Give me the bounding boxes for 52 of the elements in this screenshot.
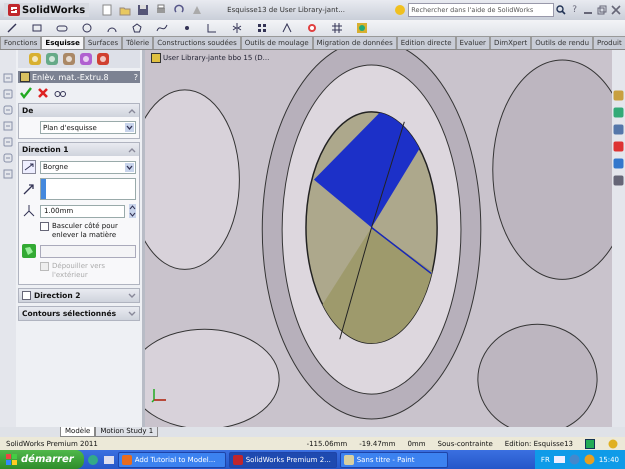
logo-icon [8,4,20,16]
restore-icon[interactable] [597,5,607,15]
ok-check-icon[interactable] [20,87,32,99]
cancel-x-icon[interactable] [37,87,49,99]
help-button[interactable]: ? [134,72,138,82]
expand-chevron-icon[interactable] [128,292,136,300]
app-icon [344,454,354,464]
spinner-icon[interactable] [129,204,136,218]
feature-icon [20,72,30,82]
close-icon[interactable] [611,5,621,15]
app-logo[interactable]: SolidWorks [4,3,90,17]
help-button[interactable]: ? [570,5,579,15]
relation-icon[interactable] [281,22,293,34]
desktop-icon[interactable] [102,454,115,466]
selection-field[interactable] [40,244,136,258]
mirror-icon[interactable] [231,22,243,34]
trim-icon[interactable] [206,22,218,34]
dropdown-arrow-icon [125,162,134,172]
new-file-icon[interactable] [101,4,114,16]
app-icon [122,454,132,464]
checkbox[interactable] [40,222,49,231]
axis-triad-icon [151,387,167,403]
repair-icon[interactable] [306,22,318,34]
collapse-chevron-icon[interactable] [128,106,136,114]
windows-flag-icon [6,454,18,466]
app-icon [232,454,243,464]
face-select-icon[interactable] [22,244,36,258]
reverse-direction-icon[interactable] [22,160,36,174]
pattern-icon[interactable] [256,22,268,34]
print-icon[interactable] [155,4,168,16]
depth-icon [22,204,36,218]
property-icon[interactable] [45,52,59,66]
part-icon [151,53,161,63]
selection-field[interactable] [40,178,136,200]
help-bulb-icon [394,4,406,16]
panel-title: Enlèv. mat.-Extru.8 [32,72,110,82]
configuration-icon[interactable] [62,52,76,66]
search-icon [556,5,566,15]
dimxpert-icon[interactable] [79,52,93,66]
spline-icon[interactable] [156,22,168,34]
dropdown-arrow-icon [125,123,134,132]
save-icon[interactable] [137,4,150,16]
view-icon[interactable] [356,22,368,34]
line-icon[interactable] [6,22,18,34]
checkbox[interactable] [22,291,31,300]
polygon-icon[interactable] [131,22,143,34]
expand-chevron-icon[interactable] [128,310,136,318]
circle-icon[interactable] [81,22,93,34]
rectangle-icon[interactable] [31,22,43,34]
display-icon[interactable] [96,52,110,66]
direction-arrow-icon [22,182,36,196]
collapse-chevron-icon[interactable] [128,146,136,154]
